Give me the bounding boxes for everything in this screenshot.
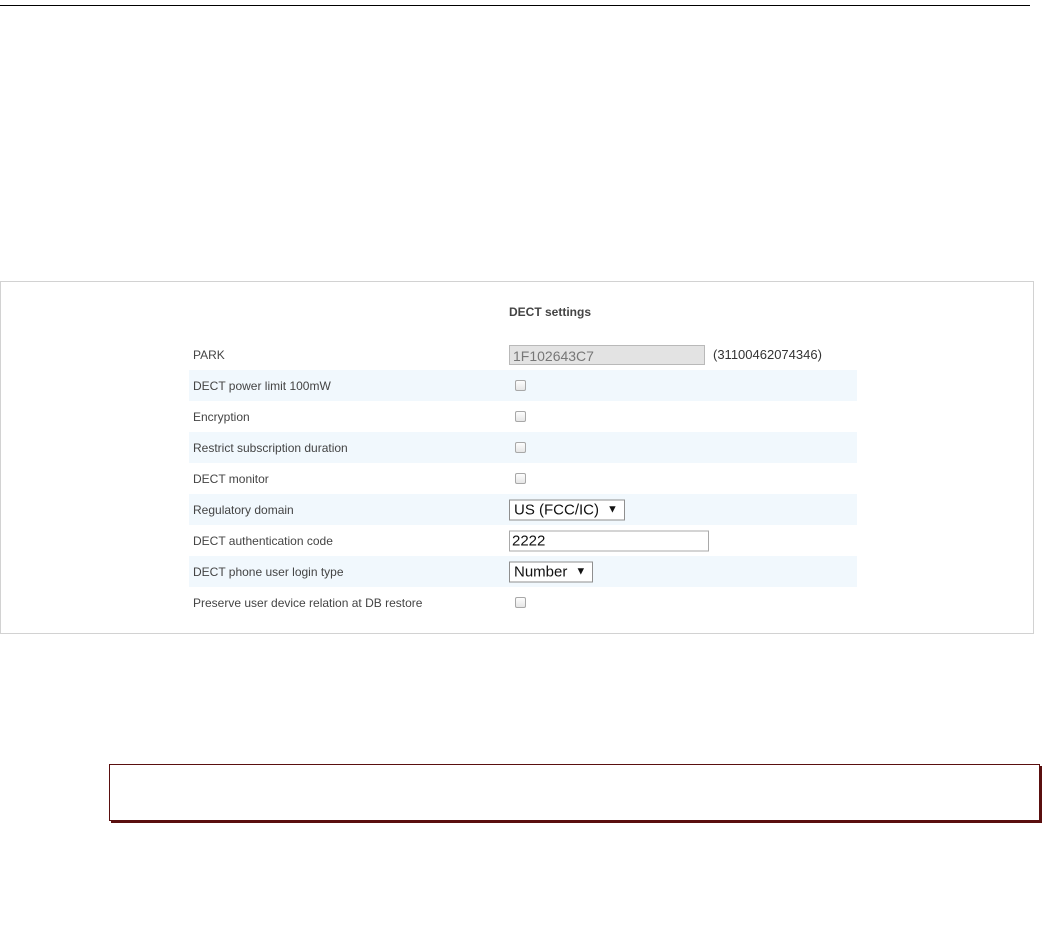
- regulatory-domain-value: US (FCC/IC): [514, 501, 599, 518]
- dect-settings-panel: DECT settings PARK 1F102643C7 (3110046207…: [0, 281, 1034, 634]
- dect-power-limit-label: DECT power limit 100mW: [193, 378, 331, 393]
- encryption-label: Encryption: [193, 409, 250, 424]
- row-encryption: Encryption: [189, 401, 857, 432]
- preserve-relation-checkbox[interactable]: [515, 596, 526, 608]
- row-dect-monitor: DECT monitor: [189, 463, 857, 494]
- row-park: PARK 1F102643C7 (31100462074346): [189, 339, 857, 370]
- preserve-relation-label: Preserve user device relation at DB rest…: [193, 595, 423, 610]
- restrict-subscription-label: Restrict subscription duration: [193, 440, 348, 455]
- login-type-value: Number: [514, 563, 568, 580]
- dect-power-limit-checkbox[interactable]: [515, 379, 526, 391]
- login-type-label: DECT phone user login type: [193, 564, 344, 579]
- row-login-type: DECT phone user login type Number ▼: [189, 556, 857, 587]
- dect-monitor-label: DECT monitor: [193, 471, 269, 486]
- row-restrict-subscription: Restrict subscription duration: [189, 432, 857, 463]
- row-authentication-code: DECT authentication code 2222: [189, 525, 857, 556]
- row-preserve-relation: Preserve user device relation at DB rest…: [189, 587, 857, 618]
- dropdown-arrow-icon: ▼: [575, 565, 587, 578]
- regulatory-domain-select[interactable]: US (FCC/IC) ▼: [509, 499, 625, 520]
- login-type-select[interactable]: Number ▼: [509, 561, 594, 582]
- regulatory-domain-label: Regulatory domain: [193, 502, 294, 517]
- row-dect-power-limit: DECT power limit 100mW: [189, 370, 857, 401]
- dect-monitor-checkbox[interactable]: [515, 472, 526, 484]
- authentication-code-input[interactable]: 2222: [509, 530, 709, 551]
- restrict-subscription-checkbox[interactable]: [515, 441, 526, 453]
- dropdown-arrow-icon: ▼: [607, 503, 618, 516]
- encryption-checkbox[interactable]: [515, 410, 526, 422]
- park-label: PARK: [193, 347, 225, 362]
- note-box: [109, 764, 1040, 821]
- authentication-code-label: DECT authentication code: [193, 533, 333, 548]
- settings-rows: PARK 1F102643C7 (31100462074346) DECT pow…: [189, 339, 857, 618]
- park-field: 1F102643C7: [509, 344, 705, 365]
- park-decimal-value: (31100462074346): [713, 347, 822, 362]
- top-divider: [0, 5, 1030, 6]
- section-title: DECT settings: [509, 305, 592, 319]
- row-regulatory-domain: Regulatory domain US (FCC/IC) ▼: [189, 494, 857, 525]
- park-control: 1F102643C7 (31100462074346): [509, 344, 822, 365]
